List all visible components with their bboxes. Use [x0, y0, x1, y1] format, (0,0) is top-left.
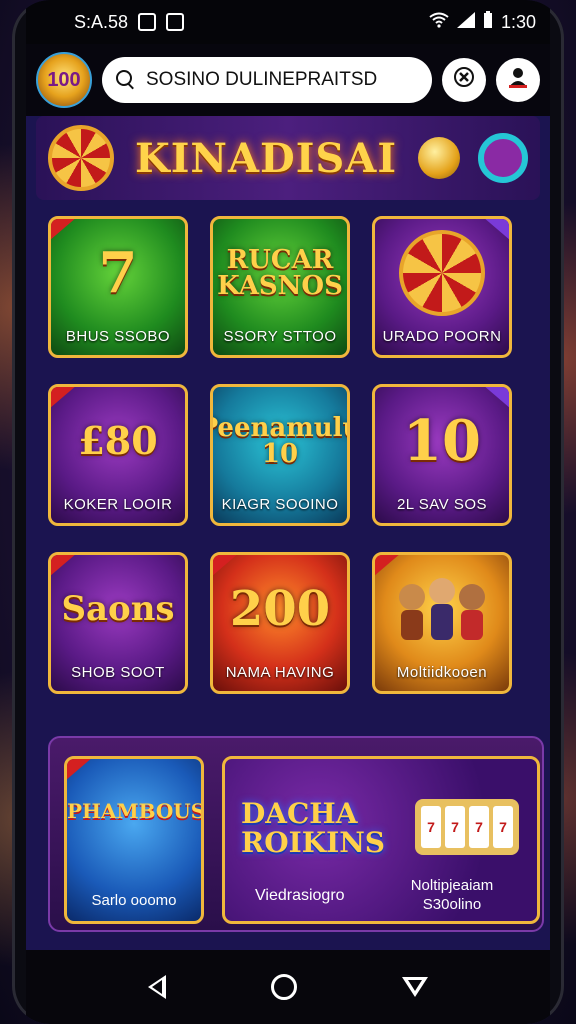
status-time-left: S:A.58	[74, 11, 129, 32]
tile-label: KOKER LOOIR	[63, 496, 173, 513]
back-triangle-icon[interactable]	[148, 975, 167, 999]
featured-panel: PHAMBOUS Sarlo ooomo DACHA ROIKINS Viedr…	[48, 736, 544, 932]
recent-triangle-icon[interactable]	[401, 977, 428, 997]
logo-text: 100	[47, 68, 81, 91]
roulette-wheel-icon	[399, 230, 485, 316]
featured-left-art: PHAMBOUS	[67, 799, 204, 823]
signal-icon	[456, 11, 475, 33]
featured-caption-line1: Noltipjeaiam	[410, 877, 494, 894]
status-right: 1:30	[429, 10, 536, 34]
tile-art: 10	[403, 408, 481, 474]
tile-art: Peenamulu 10	[213, 413, 347, 469]
tile-label: Moltiidkooen	[396, 664, 488, 681]
gem-ring-icon	[477, 133, 528, 183]
tile-art: £80	[78, 418, 158, 463]
game-tile[interactable]: £80 KOKER LOOIR	[48, 384, 188, 526]
characters-art	[375, 563, 509, 655]
tile-label: SSORY STTOO	[223, 328, 337, 345]
tile-label: NAMA HAVING	[225, 664, 335, 681]
game-tile[interactable]: Moltiidkooen	[372, 552, 512, 694]
tile-art: RUCAR KASNOS	[217, 245, 343, 301]
search-input[interactable]: SOSINO DULINEPRAITSD	[146, 69, 377, 91]
app-notification-icon	[166, 13, 185, 31]
android-nav-bar	[26, 950, 550, 1024]
featured-title-line2: ROIKINS	[241, 826, 386, 860]
tile-label: URADO POORN	[382, 328, 502, 345]
qr-notification-icon	[138, 13, 157, 31]
roulette-art	[375, 227, 509, 319]
app-screen: S:A.58 1:30 100 SOSINO DULINEPRAITSD KIN…	[26, 0, 550, 1024]
home-circle-icon[interactable]	[270, 974, 297, 1000]
app-logo[interactable]: 100	[36, 52, 92, 108]
featured-subtitle: Viedrasiogro	[255, 887, 345, 904]
game-tile[interactable]: 7 BHUS SSOBO	[48, 216, 188, 358]
status-bar: S:A.58 1:30	[26, 0, 550, 44]
roulette-wheel-icon	[48, 125, 114, 191]
featured-title: DACHA ROIKINS	[241, 799, 385, 858]
battery-icon	[483, 10, 493, 34]
profile-button[interactable]	[496, 58, 540, 102]
game-tile[interactable]: RUCAR KASNOS SSORY STTOO	[210, 216, 350, 358]
featured-title-line1: DACHA	[241, 797, 358, 830]
phone-frame: S:A.58 1:30 100 SOSINO DULINEPRAITSD KIN…	[12, 0, 564, 1024]
search-icon	[116, 70, 136, 90]
top-bar: 100 SOSINO DULINEPRAITSD	[26, 44, 550, 116]
tile-label: KIAGR SOOINO	[221, 496, 339, 513]
game-tile[interactable]: Peenamulu 10 KIAGR SOOINO	[210, 384, 350, 526]
slot-machine-icon: 7 7 7 7	[415, 799, 519, 855]
tile-label: BHUS SSOBO	[65, 328, 171, 345]
tile-art: Saons	[61, 589, 175, 629]
game-tile[interactable]: URADO POORN	[372, 216, 512, 358]
wifi-icon	[429, 12, 449, 33]
banner-decor	[417, 133, 528, 183]
promo-banner[interactable]: KINADISAI	[36, 116, 540, 200]
gold-coin-icon	[417, 137, 460, 179]
status-left: S:A.58	[74, 11, 185, 33]
featured-tile-right[interactable]: DACHA ROIKINS Viedrasiogro 7 7 7 7 Nolti…	[222, 756, 540, 924]
game-grid: 7 BHUS SSOBO RUCAR KASNOS SSORY STTOO UR…	[48, 216, 544, 694]
x-chat-icon	[453, 66, 475, 94]
featured-caption-line2: S30olino	[422, 895, 482, 913]
featured-tile-left[interactable]: PHAMBOUS Sarlo ooomo	[64, 756, 204, 924]
game-tile[interactable]: 10 2L SAV SOS	[372, 384, 512, 526]
characters-illustration-icon	[399, 578, 485, 640]
slot-reel: 7	[421, 806, 441, 848]
search-bar[interactable]: SOSINO DULINEPRAITSD	[102, 57, 432, 103]
slot-reel: 7	[493, 806, 513, 848]
featured-caption: Noltipjeaiam S30olino	[387, 877, 517, 915]
tile-art: 7	[98, 240, 138, 306]
chat-button[interactable]	[442, 58, 486, 102]
banner-title: KINADISAI	[134, 134, 398, 182]
status-time-right: 1:30	[500, 11, 536, 32]
game-tile[interactable]: 200 NAMA HAVING	[210, 552, 350, 694]
game-tile[interactable]: Saons SHOB SOOT	[48, 552, 188, 694]
tile-label: SHOB SOOT	[71, 664, 165, 681]
slot-reel: 7	[469, 806, 489, 848]
user-profile-icon	[506, 65, 530, 95]
slot-reel: 7	[445, 806, 465, 848]
hot-ribbon-icon	[67, 759, 93, 781]
tile-label: 2L SAV SOS	[396, 496, 488, 513]
tile-art: 200	[229, 581, 331, 637]
featured-left-label: Sarlo ooomo	[91, 892, 177, 909]
